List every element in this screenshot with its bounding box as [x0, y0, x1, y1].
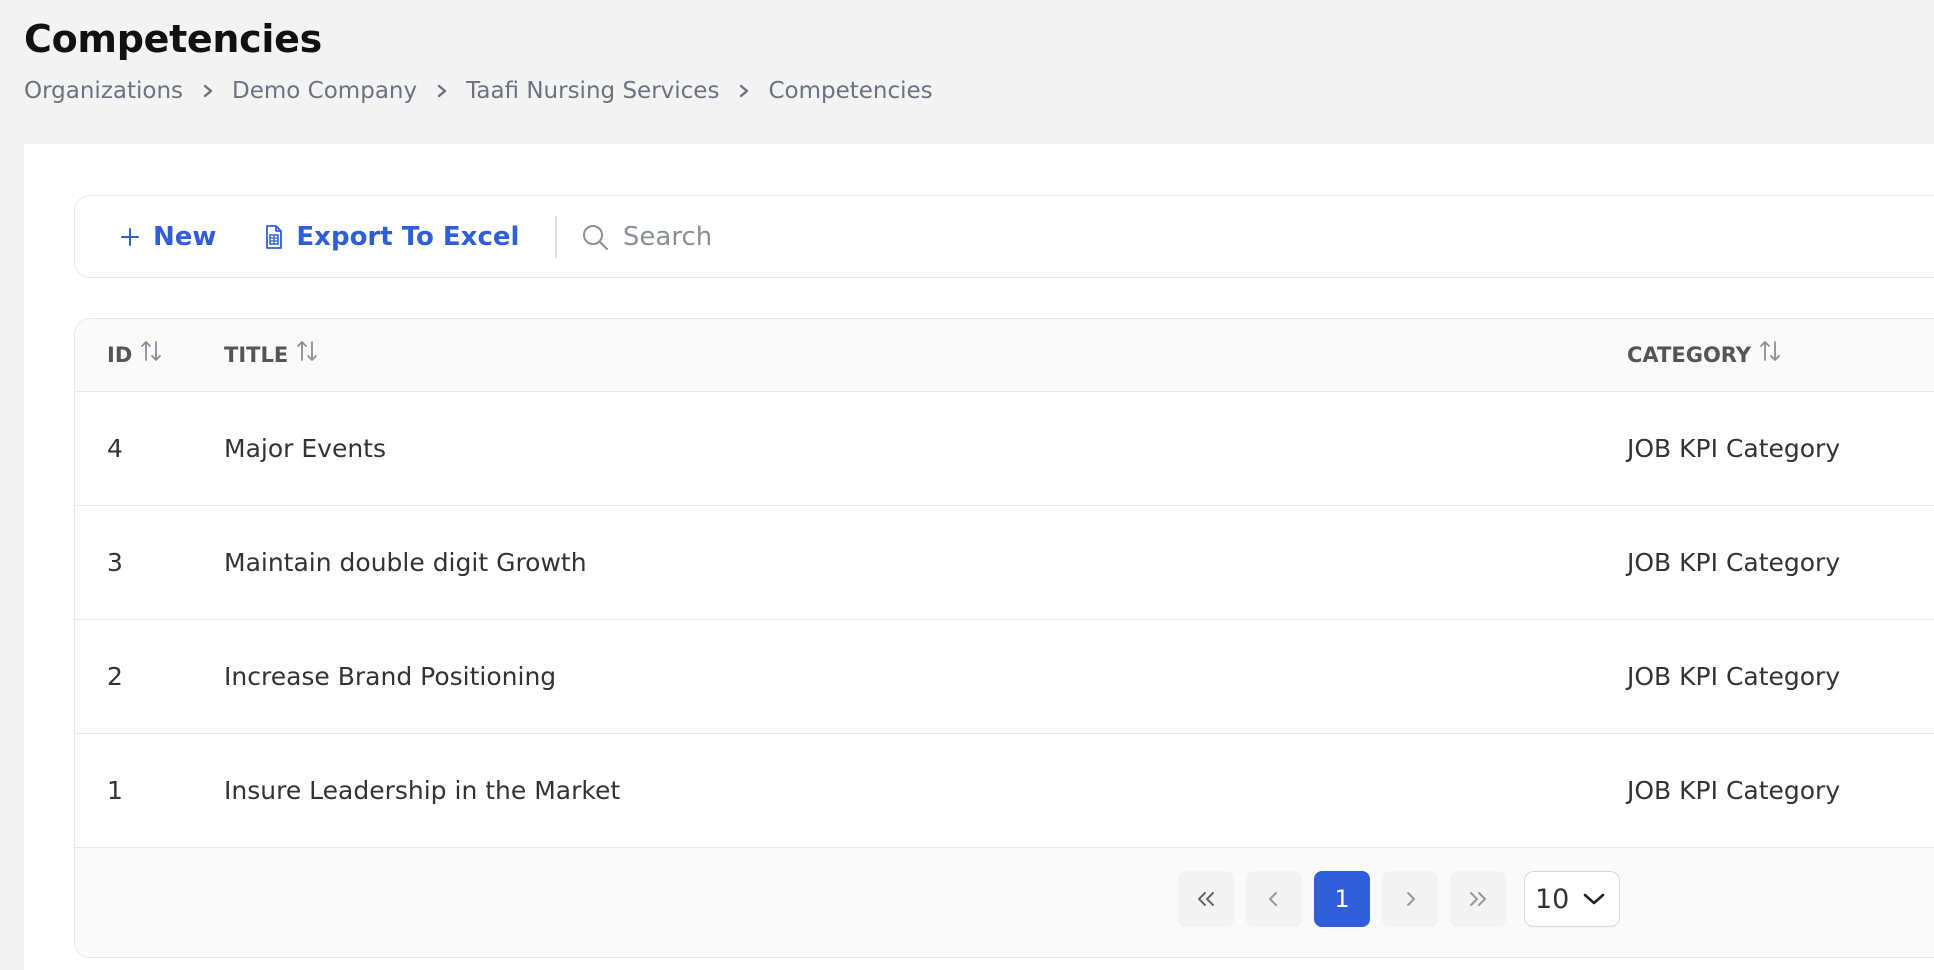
page-title: Competencies [24, 17, 322, 61]
search-input[interactable] [622, 221, 1223, 252]
previous-page-button[interactable] [1246, 871, 1302, 927]
search-icon [582, 224, 608, 250]
double-chevron-left-icon [1198, 892, 1214, 906]
sort-arrows-icon [141, 341, 162, 361]
chevron-left-icon [1269, 892, 1277, 906]
cell-category: JOB KPI Category [1627, 662, 1841, 691]
plus-icon [121, 227, 139, 246]
first-page-button[interactable] [1178, 871, 1234, 927]
chevron-right-icon [417, 84, 466, 98]
chevron-down-icon [1584, 893, 1605, 905]
table-row[interactable]: 1 Insure Leadership in the Market JOB KP… [75, 734, 1934, 848]
cell-id: 2 [107, 662, 123, 691]
column-header-id[interactable]: ID [107, 341, 164, 367]
toolbar-divider [555, 215, 557, 258]
table-row[interactable]: 3 Maintain double digit Growth JOB KPI C… [75, 506, 1934, 620]
breadcrumb-item-demo-company[interactable]: Demo Company [232, 78, 417, 104]
table-row[interactable]: 4 Major Events JOB KPI Category [75, 392, 1934, 506]
page-size-value: 10 [1535, 883, 1570, 915]
table-header: ID TITLE CATEGORY [75, 319, 1934, 392]
table-row[interactable]: 2 Increase Brand Positioning JOB KPI Cat… [75, 620, 1934, 734]
last-page-button[interactable] [1450, 871, 1506, 927]
breadcrumb-item-organizations[interactable]: Organizations [24, 78, 183, 104]
chevron-right-icon [183, 84, 232, 98]
breadcrumb-item-taafi-nursing-services[interactable]: Taafi Nursing Services [466, 78, 719, 104]
next-page-button[interactable] [1382, 871, 1438, 927]
double-chevron-right-icon [1470, 892, 1486, 906]
breadcrumb: Organizations Demo Company Taafi Nursing… [24, 78, 933, 104]
export-to-excel-label: Export To Excel [296, 221, 520, 252]
breadcrumb-item-competencies: Competencies [768, 78, 933, 104]
cell-title: Insure Leadership in the Market [224, 776, 621, 805]
cell-category: JOB KPI Category [1627, 434, 1841, 463]
competencies-table: ID TITLE CATEGORY 4 Major Events JOB KPI… [74, 318, 1934, 958]
search-box [581, 221, 1934, 252]
chevron-right-icon [1407, 892, 1415, 906]
new-button-label: New [153, 221, 217, 252]
cell-id: 1 [107, 776, 123, 805]
toolbar: New Export To Excel [74, 195, 1934, 278]
cell-title: Major Events [224, 434, 386, 463]
cell-category: JOB KPI Category [1627, 776, 1841, 805]
sort-arrows-icon [1760, 341, 1780, 361]
column-header-category[interactable]: CATEGORY [1627, 341, 1783, 367]
cell-id: 4 [107, 434, 123, 463]
column-header-title[interactable]: TITLE [224, 341, 320, 367]
column-header-label: ID [107, 343, 133, 367]
cell-category: JOB KPI Category [1627, 548, 1841, 577]
cell-id: 3 [107, 548, 123, 577]
chevron-right-icon [719, 84, 768, 98]
column-header-label: CATEGORY [1627, 343, 1752, 367]
cell-title: Increase Brand Positioning [224, 662, 557, 691]
new-button[interactable]: New [119, 222, 216, 252]
pagination: 1 10 [1178, 871, 1620, 927]
table-footer: 1 10 [75, 848, 1934, 952]
export-to-excel-button[interactable]: Export To Excel [264, 222, 519, 252]
spreadsheet-file-icon [266, 224, 283, 249]
page-button-current[interactable]: 1 [1314, 871, 1370, 927]
content-panel: New Export To Excel ID [24, 144, 1934, 970]
column-header-label: TITLE [224, 343, 289, 367]
page-header: Competencies Organizations Demo Company … [24, 14, 933, 104]
page-size-select[interactable]: 10 [1524, 871, 1620, 927]
cell-title: Maintain double digit Growth [224, 548, 587, 577]
sort-arrows-icon [297, 341, 318, 361]
